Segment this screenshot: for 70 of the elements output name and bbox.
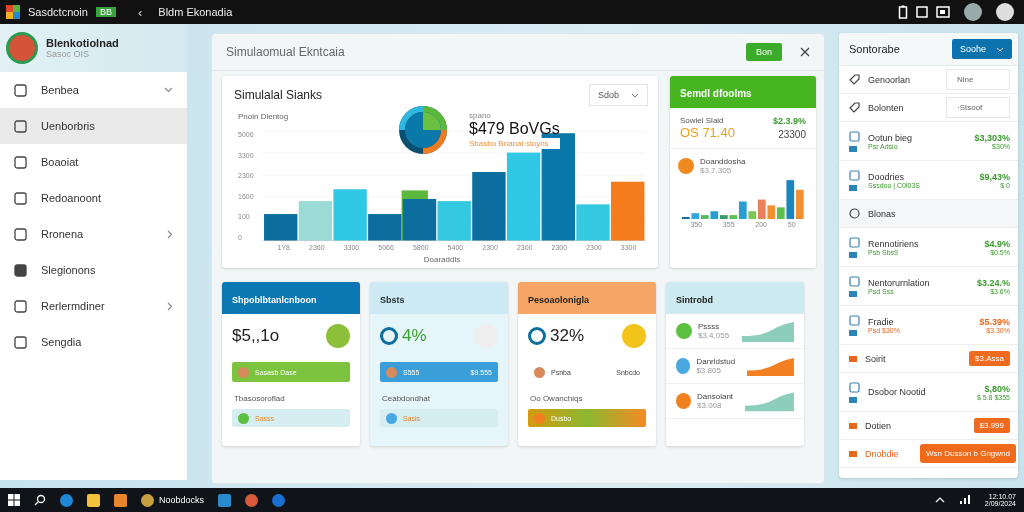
stat-label: Tbasosoroflad [233,393,286,405]
sidebar-item[interactable]: Boaoiat [0,144,187,180]
row-label: Ootun bieg [868,132,913,143]
sidebar-item[interactable]: Rronena [0,216,187,252]
value-badge: $3.Assa [969,351,1010,366]
row-label: Bolonten [868,102,904,113]
sidebar-item[interactable]: Sengdia [0,324,187,360]
select-field[interactable]: ·Stsoof [946,97,1010,118]
trend-label: Dansolant [697,392,734,401]
trend-value: $3.008 [697,401,723,410]
row-label: Rennotiriens [868,238,919,249]
sidebar-item[interactable]: Redoanoont [0,180,187,216]
stat-label: Oo Owanchiqs [529,393,584,405]
status-badge: BB [95,7,116,17]
sidebar-item[interactable]: Uenborbris [0,108,187,144]
row-value: $3,303% [974,132,1010,143]
row-label: Soirit [865,353,886,364]
select-field[interactable]: Nlne [946,69,1010,90]
card-title: Sbsts [380,295,405,305]
stat-value: 4% [402,326,427,346]
stat-value: OS 71.40 [680,125,735,140]
row-label: Dotien [865,420,891,431]
stat-label: Ceabdondhat [381,393,432,405]
stat-label: Sowiel Slaid [680,116,725,125]
chart-label: Pnoin Dlentog [238,112,289,121]
row-value: $9,43% [979,171,1010,182]
row-value: $4.9% [984,238,1010,249]
trend-label: Danrldstud [696,357,736,366]
trend-label: Pssss [698,322,721,331]
row-label: Nentorurnlation [868,277,930,288]
card-title: Pesoaolonigla [528,295,589,305]
stat-count: 23300 [778,129,806,140]
row-label: Dnobdie [865,448,899,459]
row-label: Doodries [868,171,905,182]
panel-title: Simulaomual Ekntcaia [226,45,345,59]
profile-name: Blenkotiolnad [46,37,119,49]
amount-caption: spano [469,111,492,120]
dropdown[interactable]: Sdob [588,84,648,106]
trend-value: $3.805 [696,366,722,375]
card-title: Shpoblbtanlcnboon [232,295,317,305]
taskbar-app[interactable]: Noobdocks [141,493,205,507]
stat-value: $3.7.305 [700,166,733,175]
row-label: Genoorlan [868,74,910,85]
back-button[interactable]: ‹ [129,4,151,20]
stat-label: Doanddosha [700,157,746,166]
row-label: Fradie [868,316,895,327]
axis-title: Doaraddls [423,255,461,264]
amount-value: $479 BoVGs [469,120,560,138]
value-badge: $3.999 [973,418,1010,433]
stat-value: $5,,1o [232,326,280,346]
sidebar-item[interactable]: Rerlermdiner [0,288,187,324]
row-value: $5.39% [979,316,1010,327]
row-value: $3.24.% [976,277,1010,288]
row-label: Dsobor Nootid [868,387,926,397]
sidebar-item[interactable]: Benbea [0,72,187,108]
panel-title: Sontorabe [849,43,900,55]
page-title: Bldm Ekonadia [158,6,233,18]
row-value: $,80% [984,383,1010,394]
dropdown-button[interactable]: Soohe [951,39,1012,59]
card-title: Semdl dfoolms [680,88,752,99]
stat-change: $2.3.9% [772,116,806,126]
amount-note: Sbasbo Bnanat sloyns [469,138,560,149]
section-title: Blonas [868,208,896,219]
card-title: Sintrobd [676,295,713,305]
sidebar-item[interactable]: Slegionons [0,252,187,288]
trend-value: $3.4,055 [698,331,730,340]
stat-value: 32% [550,326,584,346]
app-title: Sasdctcnoin [28,6,88,18]
profile-subtitle: Sasoc OIS [46,49,91,59]
card-title: Simulalal Sianks [234,88,323,102]
